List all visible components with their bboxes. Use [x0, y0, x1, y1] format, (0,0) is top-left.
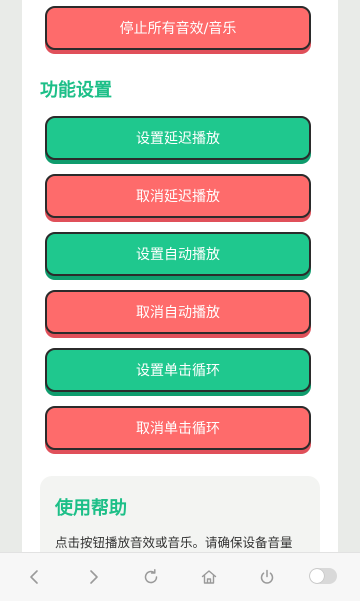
help-text: 点击按钮播放音效或音乐。请确保设备音量: [55, 535, 293, 550]
set-loop-label: 设置单击循环: [136, 363, 220, 379]
home-icon[interactable]: [196, 564, 222, 590]
back-icon[interactable]: [22, 564, 48, 590]
forward-icon[interactable]: [80, 564, 106, 590]
stop-all-button[interactable]: 停止所有音效/音乐: [45, 6, 311, 50]
cancel-auto-label: 取消自动播放: [136, 305, 220, 321]
power-icon[interactable]: [254, 564, 280, 590]
browser-navbar: [0, 552, 360, 601]
help-title: 使用帮助: [55, 498, 127, 519]
set-loop-button[interactable]: 设置单击循环: [45, 348, 311, 392]
stop-all-label: 停止所有音效/音乐: [119, 21, 237, 37]
cancel-delay-button[interactable]: 取消延迟播放: [45, 174, 311, 218]
cancel-auto-button[interactable]: 取消自动播放: [45, 290, 311, 334]
set-delay-label: 设置延迟播放: [136, 131, 220, 147]
toggle-knob: [310, 569, 324, 583]
cancel-loop-button[interactable]: 取消单击循环: [45, 406, 311, 450]
app-page: 停止所有音效/音乐 功能设置 设置延迟播放 取消延迟播放 设置自动播放 取消自动…: [22, 0, 338, 556]
settings-section-title: 功能设置: [40, 80, 112, 101]
cancel-delay-label: 取消延迟播放: [136, 189, 220, 205]
toggle-switch[interactable]: [309, 568, 337, 584]
set-delay-button[interactable]: 设置延迟播放: [45, 116, 311, 160]
help-card: 使用帮助 点击按钮播放音效或音乐。请确保设备音量: [40, 476, 320, 556]
refresh-icon[interactable]: [138, 564, 164, 590]
set-auto-button[interactable]: 设置自动播放: [45, 232, 311, 276]
cancel-loop-label: 取消单击循环: [136, 421, 220, 437]
set-auto-label: 设置自动播放: [136, 247, 220, 263]
